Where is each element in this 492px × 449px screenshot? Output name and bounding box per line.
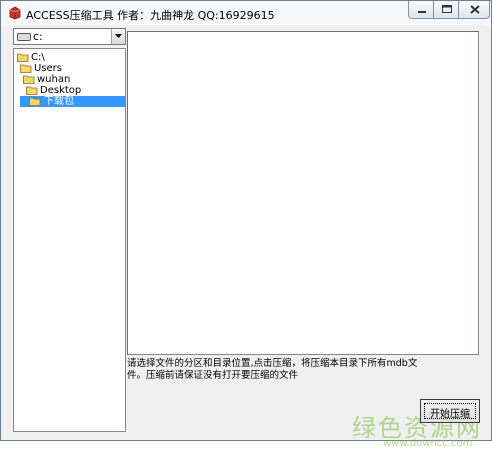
dir-item-root[interactable]: C:\ bbox=[17, 52, 45, 63]
close-icon bbox=[470, 5, 480, 14]
open-folder-icon bbox=[26, 86, 38, 95]
instruction-text: 请选择文件的分区和目录位置,点击压缩，将压缩本目录下所有mdb文件。压缩前请保证… bbox=[127, 358, 418, 381]
dir-item-label: wuhan bbox=[37, 74, 71, 85]
title-bar[interactable]: ACCESS压缩工具 作者：九曲神龙 QQ:16929615 bbox=[1, 1, 491, 26]
dir-item-users[interactable]: Users bbox=[20, 63, 62, 74]
drive-dropdown-button[interactable] bbox=[111, 29, 125, 44]
maximize-icon bbox=[442, 5, 452, 13]
open-folder-icon bbox=[23, 75, 35, 84]
dir-item-desktop[interactable]: Desktop bbox=[26, 85, 81, 96]
dir-item-label: Desktop bbox=[40, 85, 82, 96]
dir-item-label: 下载包 bbox=[43, 96, 75, 107]
open-folder-icon bbox=[17, 53, 29, 62]
app-icon bbox=[9, 6, 21, 20]
dir-item-label: Users bbox=[34, 63, 63, 74]
file-list-panel[interactable] bbox=[127, 31, 479, 355]
dir-item-download-package[interactable]: 下载包 bbox=[29, 96, 75, 107]
chevron-down-icon bbox=[115, 34, 122, 38]
dir-item-label: C:\ bbox=[31, 52, 45, 63]
drive-select-value: c: bbox=[33, 30, 43, 43]
open-folder-icon bbox=[29, 97, 41, 106]
watermark-url: www.downcc.com bbox=[383, 438, 473, 449]
maximize-button[interactable] bbox=[433, 1, 459, 19]
window-title: ACCESS压缩工具 作者：九曲神龙 QQ:16929615 bbox=[26, 9, 275, 22]
minimize-icon bbox=[418, 11, 426, 13]
start-compress-label: 开始压缩 bbox=[430, 409, 470, 420]
app-window: ACCESS压缩工具 作者：九曲神龙 QQ:16929615 c: C:\ Us… bbox=[0, 0, 492, 449]
drive-select[interactable]: c: bbox=[13, 28, 126, 45]
dir-item-wuhan[interactable]: wuhan bbox=[23, 74, 70, 85]
client-area: c: C:\ Users wuhan Desktop 下载包 请选择文件的分区和… bbox=[7, 25, 485, 449]
minimize-button[interactable] bbox=[408, 1, 434, 19]
open-folder-icon bbox=[20, 64, 32, 73]
close-button[interactable] bbox=[458, 1, 490, 19]
drive-icon bbox=[17, 33, 31, 41]
directory-list[interactable]: C:\ Users wuhan Desktop 下载包 bbox=[13, 48, 126, 432]
start-compress-button[interactable]: 开始压缩 bbox=[420, 399, 480, 423]
